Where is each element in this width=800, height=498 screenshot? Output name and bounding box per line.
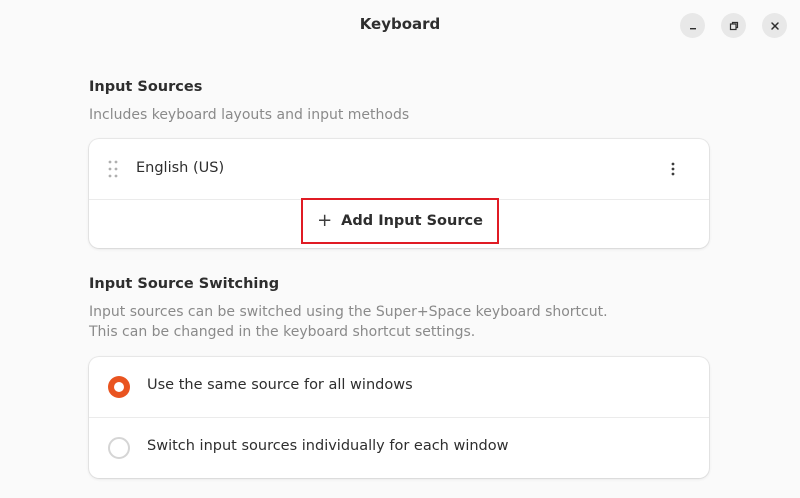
input-sources-heading: Input Sources bbox=[89, 79, 203, 95]
option-individual-source-row[interactable]: Switch input sources individually for ea… bbox=[89, 417, 709, 478]
title-bar: Keyboard bbox=[0, 0, 800, 50]
input-sources-card: English (US) + Add Input Source bbox=[89, 139, 709, 248]
add-input-source-label: Add Input Source bbox=[341, 213, 483, 229]
input-sources-description: Includes keyboard layouts and input meth… bbox=[89, 107, 410, 123]
drag-handle-icon[interactable] bbox=[108, 160, 118, 178]
same-source-label: Use the same source for all windows bbox=[147, 377, 413, 393]
individual-source-radio[interactable] bbox=[108, 437, 130, 459]
keyboard-settings-window: Keyboard Input Sources Includes keyboard… bbox=[0, 0, 800, 498]
minimize-icon bbox=[689, 27, 696, 29]
input-source-row[interactable]: English (US) bbox=[89, 139, 709, 199]
more-vertical-icon bbox=[671, 162, 675, 176]
add-input-source-row: + Add Input Source bbox=[89, 198, 709, 248]
add-input-source-button[interactable]: + Add Input Source bbox=[301, 198, 499, 244]
maximize-icon bbox=[729, 21, 738, 30]
plus-icon: + bbox=[317, 209, 333, 231]
switching-options-card: Use the same source for all windows Swit… bbox=[89, 357, 709, 478]
close-icon bbox=[770, 21, 779, 30]
option-same-source-row[interactable]: Use the same source for all windows bbox=[89, 357, 709, 417]
individual-source-label: Switch input sources individually for ea… bbox=[147, 438, 509, 454]
input-source-menu-button[interactable] bbox=[663, 159, 683, 179]
minimize-button[interactable] bbox=[680, 13, 705, 38]
input-source-switching-heading: Input Source Switching bbox=[89, 276, 280, 292]
same-source-radio[interactable] bbox=[108, 376, 130, 398]
switching-description-line1: Input sources can be switched using the … bbox=[89, 304, 608, 320]
switching-description-line2: This can be changed in the keyboard shor… bbox=[89, 324, 476, 340]
close-button[interactable] bbox=[762, 13, 787, 38]
input-source-label: English (US) bbox=[136, 160, 225, 176]
maximize-button[interactable] bbox=[721, 13, 746, 38]
